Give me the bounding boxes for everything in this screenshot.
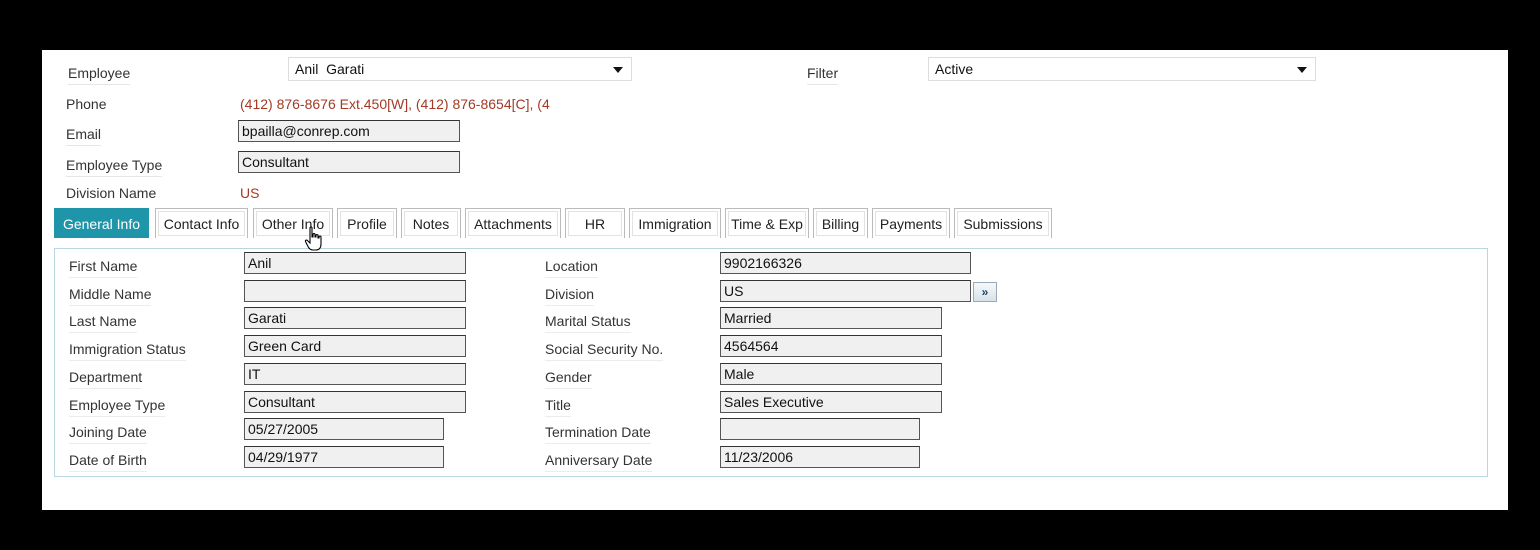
termination-date-field[interactable] <box>720 418 920 440</box>
hand-cursor-icon <box>304 226 322 251</box>
tab-general-info[interactable]: General Info <box>54 208 149 238</box>
location-label: Location <box>545 257 598 278</box>
termination-date-label: Termination Date <box>545 423 651 444</box>
last-name-field[interactable]: Garati <box>244 307 466 329</box>
tab-profile[interactable]: Profile <box>337 208 397 238</box>
division-field[interactable]: US <box>720 280 971 302</box>
division-name-value: US <box>240 185 260 201</box>
anniversary-date-field[interactable]: 11/23/2006 <box>720 446 920 468</box>
phone-label: Phone <box>66 96 107 112</box>
marital-status-field[interactable]: Married <box>720 307 942 329</box>
chevron-down-icon <box>613 67 623 73</box>
date-of-birth-label: Date of Birth <box>69 451 147 472</box>
immigration-status-label: Immigration Status <box>69 340 186 361</box>
middle-name-label: Middle Name <box>69 285 152 306</box>
ssn-field[interactable]: 4564564 <box>720 335 942 357</box>
employee-type-field[interactable]: Consultant <box>244 391 466 413</box>
email-label: Email <box>66 125 102 146</box>
marital-status-label: Marital Status <box>545 312 631 333</box>
middle-name-field[interactable] <box>244 280 466 302</box>
employee-type-label: Employee Type <box>69 396 166 417</box>
gender-label: Gender <box>545 368 592 389</box>
chevron-down-icon <box>1297 67 1307 73</box>
employee-type-field[interactable]: Consultant <box>238 151 460 173</box>
division-lookup-button[interactable]: » <box>973 282 997 302</box>
first-name-field[interactable]: Anil <box>244 252 466 274</box>
tab-submissions[interactable]: Submissions <box>954 208 1052 238</box>
tab-notes[interactable]: Notes <box>401 208 461 238</box>
employee-select-value: Anil Garati <box>295 61 365 77</box>
employee-label: Employee <box>68 64 131 85</box>
last-name-label: Last Name <box>69 312 137 333</box>
joining-date-field[interactable]: 05/27/2005 <box>244 418 444 440</box>
immigration-status-field[interactable]: Green Card <box>244 335 466 357</box>
location-field[interactable]: 9902166326 <box>720 252 971 274</box>
filter-label: Filter <box>807 64 839 85</box>
tab-payments[interactable]: Payments <box>872 208 950 238</box>
email-field[interactable]: bpailla@conrep.com <box>238 120 460 142</box>
title-label: Title <box>545 396 571 417</box>
tab-time-exp[interactable]: Time & Exp <box>725 208 809 238</box>
gender-field[interactable]: Male <box>720 363 942 385</box>
tab-attachments[interactable]: Attachments <box>465 208 561 238</box>
title-field[interactable]: Sales Executive <box>720 391 942 413</box>
division-label: Division <box>545 285 595 306</box>
first-name-label: First Name <box>69 257 138 278</box>
employee-type-label: Employee Type <box>66 156 163 177</box>
employee-select[interactable]: Anil Garati <box>288 57 632 81</box>
tab-contact-info[interactable]: Contact Info <box>155 208 248 238</box>
employee-panel: Employee Anil Garati Filter Active Phone… <box>42 50 1508 510</box>
phone-value: (412) 876-8676 Ext.450[W], (412) 876-865… <box>240 96 550 112</box>
department-field[interactable]: IT <box>244 363 466 385</box>
filter-select[interactable]: Active <box>928 57 1316 81</box>
department-label: Department <box>69 368 143 389</box>
division-name-label: Division Name <box>66 185 157 201</box>
anniversary-date-label: Anniversary Date <box>545 451 653 472</box>
ssn-label: Social Security No. <box>545 340 664 361</box>
filter-select-value: Active <box>935 61 974 77</box>
tab-billing[interactable]: Billing <box>813 208 868 238</box>
general-info-panel: First Name Anil Middle Name Last Name Ga… <box>54 248 1488 477</box>
date-of-birth-field[interactable]: 04/29/1977 <box>244 446 444 468</box>
tab-immigration[interactable]: Immigration <box>629 208 721 238</box>
joining-date-label: Joining Date <box>69 423 147 444</box>
tab-hr[interactable]: HR <box>565 208 625 238</box>
